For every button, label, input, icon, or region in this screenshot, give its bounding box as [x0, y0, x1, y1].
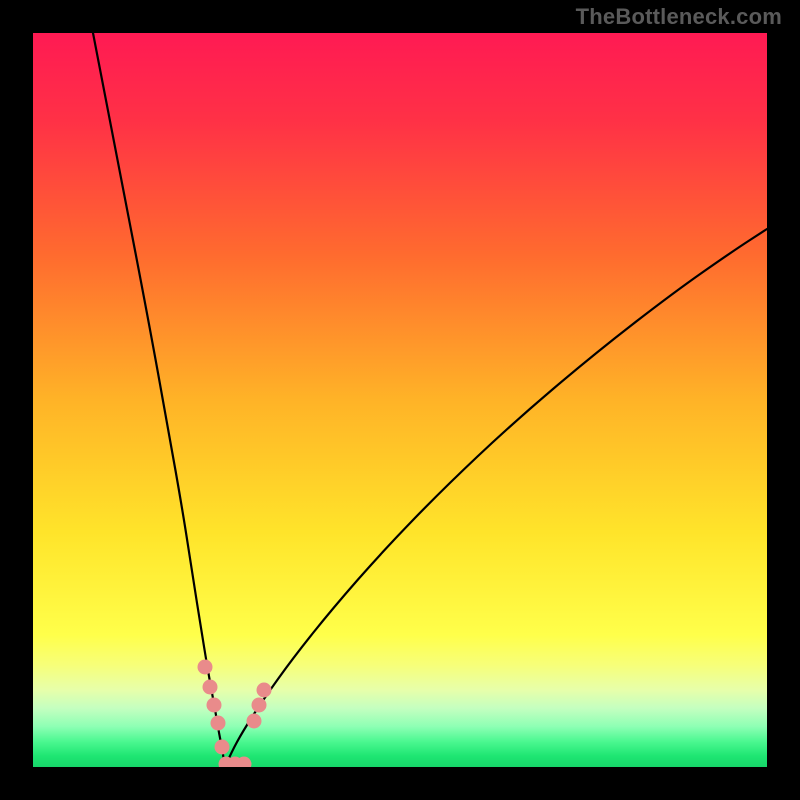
marker-dot — [252, 698, 267, 713]
marker-dot — [211, 716, 226, 731]
watermark-text: TheBottleneck.com — [576, 4, 782, 30]
marker-dot — [257, 683, 272, 698]
marker-dot — [247, 714, 262, 729]
marker-dot — [203, 680, 218, 695]
marker-dot — [198, 660, 213, 675]
chart-frame: TheBottleneck.com — [0, 0, 800, 800]
bottleneck-curve — [93, 33, 767, 767]
plot-area — [33, 33, 767, 767]
marker-dot — [207, 698, 222, 713]
marker-dot — [215, 740, 230, 755]
curve-layer — [33, 33, 767, 767]
